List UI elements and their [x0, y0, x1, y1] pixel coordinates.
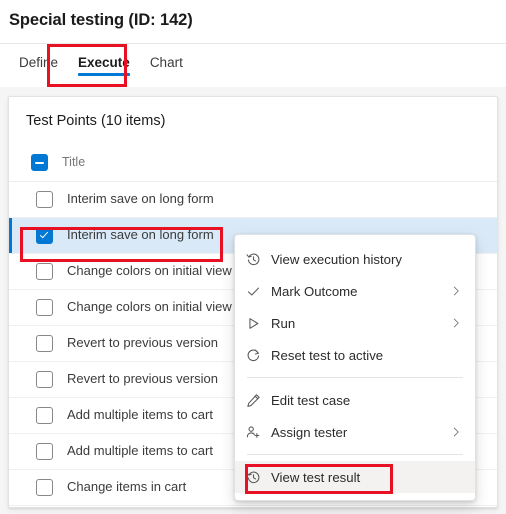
row-checkbox[interactable] — [36, 407, 53, 424]
row-checkbox[interactable] — [36, 227, 53, 244]
tab-label: Chart — [149, 55, 183, 70]
menu-item-run[interactable]: Run — [235, 307, 475, 339]
menu-item-label: View execution history — [271, 251, 402, 267]
menu-separator — [247, 377, 463, 378]
row-title-label: Change items in cart — [67, 479, 187, 494]
history-clock-icon — [235, 470, 271, 485]
menu-item-label: Reset test to active — [271, 347, 384, 363]
table-row[interactable]: Interim save on long form — [9, 182, 497, 218]
tab-list: Define Execute Chart — [9, 44, 193, 87]
page-header: Special testing (ID: 142) — [0, 0, 506, 44]
chevron-right-icon — [447, 317, 465, 329]
row-title-label: Revert to previous version — [67, 335, 219, 350]
row-checkbox[interactable] — [36, 479, 53, 496]
row-title-label: Revert to previous version — [67, 371, 219, 386]
column-header-title: Title — [62, 155, 86, 169]
tab-label: Execute — [78, 55, 130, 70]
test-points-heading: Test Points (10 items) — [26, 113, 166, 129]
row-checkbox[interactable] — [36, 335, 53, 352]
pencil-icon — [235, 393, 271, 408]
menu-item-assign-tester[interactable]: Assign tester — [235, 416, 475, 448]
history-clock-icon — [235, 252, 271, 267]
test-plan-execute-screen: Special testing (ID: 142) Define Execute C… — [0, 0, 506, 514]
checkmark-icon — [235, 284, 271, 299]
row-checkbox[interactable] — [36, 263, 53, 280]
chevron-right-icon — [447, 285, 465, 297]
menu-item-label: Run — [271, 315, 296, 331]
chevron-right-icon — [447, 426, 465, 438]
active-tab-indicator — [78, 73, 130, 76]
menu-item-reset-test-to-active[interactable]: Reset test to active — [235, 339, 475, 371]
refresh-circle-icon — [235, 348, 271, 363]
tab-chart[interactable]: Chart — [140, 44, 193, 87]
row-title-label: Interim save on long form — [67, 227, 214, 242]
menu-item-edit-test-case[interactable]: Edit test case — [235, 384, 475, 416]
menu-item-view-test-result[interactable]: View test result — [235, 461, 475, 493]
row-checkbox[interactable] — [36, 443, 53, 460]
row-checkbox[interactable] — [36, 371, 53, 388]
menu-item-label: View test result — [271, 469, 361, 485]
row-title-label: Interim save on long form — [67, 191, 214, 206]
tab-bar: Define Execute Chart — [0, 44, 506, 87]
row-title-label: Add multiple items to cart — [67, 407, 213, 422]
grid-header-row: Title — [9, 144, 497, 182]
menu-item-label: Edit test case — [271, 392, 351, 408]
play-triangle-icon — [235, 316, 271, 331]
row-title-label: Change colors on initial view — [67, 263, 232, 278]
row-checkbox[interactable] — [36, 191, 53, 208]
menu-item-mark-outcome[interactable]: Mark Outcome — [235, 275, 475, 307]
person-add-icon — [235, 425, 271, 440]
page-title: Special testing (ID: 142) — [9, 11, 193, 29]
row-title-label: Change colors on initial view — [67, 299, 232, 314]
menu-separator — [247, 454, 463, 455]
menu-item-label: Mark Outcome — [271, 283, 358, 299]
menu-item-label: Assign tester — [271, 424, 348, 440]
row-title-label: Add multiple items to cart — [67, 443, 213, 458]
context-menu: View execution history Mark Outcome Run Res… — [234, 234, 476, 501]
menu-item-view-execution-history[interactable]: View execution history — [235, 243, 475, 275]
tab-execute[interactable]: Execute — [68, 44, 140, 87]
tab-define[interactable]: Define — [9, 44, 68, 87]
tab-label: Define — [19, 55, 59, 70]
select-all-checkbox[interactable] — [31, 154, 48, 171]
row-checkbox[interactable] — [36, 299, 53, 316]
